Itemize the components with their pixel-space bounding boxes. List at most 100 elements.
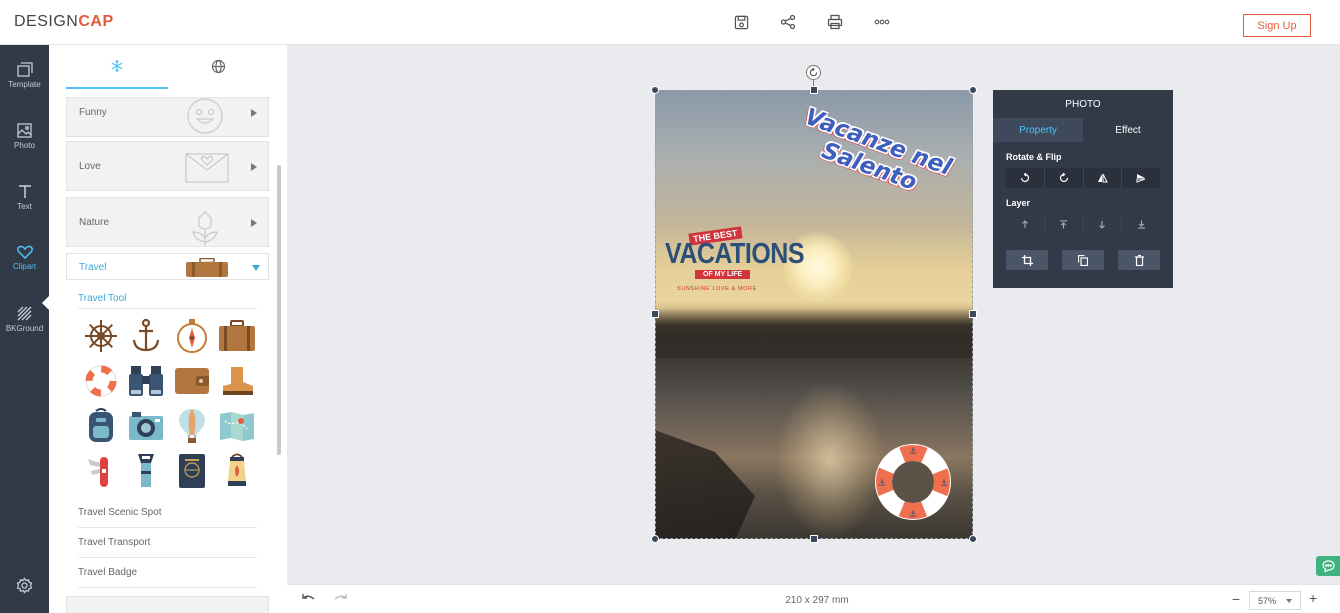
share-icon[interactable]: [777, 11, 799, 33]
category-funny[interactable]: Funny: [66, 97, 269, 137]
resize-handle-ne[interactable]: [969, 86, 977, 94]
anchor-icon[interactable]: [124, 313, 170, 358]
resize-handle-w[interactable]: [651, 310, 659, 318]
rotate-flip-label: Rotate & Flip: [1006, 152, 1062, 162]
signup-button[interactable]: Sign Up: [1243, 14, 1311, 37]
tab-online[interactable]: [168, 45, 270, 89]
layer-forward-button[interactable]: [1006, 214, 1045, 234]
camera-icon[interactable]: [124, 403, 170, 448]
resize-handle-nw[interactable]: [651, 86, 659, 94]
duplicate-button[interactable]: [1062, 250, 1104, 270]
resize-handle-sw[interactable]: [651, 535, 659, 543]
lifebuoy-icon[interactable]: ⚓ ⚓ ⚓ ⚓: [873, 442, 953, 522]
undo-icon[interactable]: [301, 593, 316, 607]
tulip-icon: [192, 211, 218, 246]
nav-item-photo[interactable]: Photo: [0, 111, 49, 161]
chevron-right-icon: [251, 109, 257, 117]
layer-buttons: [1006, 214, 1160, 234]
photo-properties-panel: PHOTO Property Effect Rotate & Flip Laye…: [993, 90, 1173, 288]
town-shoreline: [655, 308, 973, 358]
chevron-down-icon: [252, 265, 260, 271]
tab-clipart[interactable]: [66, 45, 168, 89]
rotate-left-button[interactable]: [1006, 168, 1045, 188]
resize-handle-n[interactable]: [810, 86, 818, 94]
map-icon[interactable]: [215, 403, 261, 448]
sublink-travel-transport[interactable]: Travel Transport: [78, 528, 257, 558]
template-icon: [16, 61, 33, 77]
heart-icon: [16, 245, 33, 259]
gear-icon[interactable]: [16, 577, 33, 597]
zoom-select[interactable]: 57%: [1249, 591, 1301, 610]
tab-effect[interactable]: Effect: [1083, 118, 1173, 142]
nav-item-template[interactable]: Template: [0, 50, 49, 100]
panel-tabs: [66, 45, 269, 89]
save-icon[interactable]: [730, 11, 752, 33]
layer-bottom-button[interactable]: [1122, 214, 1160, 234]
more-icon[interactable]: [871, 11, 893, 33]
print-icon[interactable]: [824, 11, 846, 33]
resize-handle-e[interactable]: [969, 310, 977, 318]
category-nature[interactable]: Nature: [66, 197, 269, 247]
panel-scrollbar[interactable]: [277, 165, 281, 455]
nav-item-text[interactable]: Text: [0, 172, 49, 222]
rotate-icon: [809, 68, 818, 77]
rotate-left-icon: [1020, 173, 1029, 183]
nav-label: BKGround: [5, 323, 44, 333]
sea-reflection: [775, 380, 885, 539]
rotate-flip-buttons: [1006, 168, 1160, 188]
top-bar: DESIGNCAP Sign Up: [0, 0, 1340, 45]
crop-button[interactable]: [1006, 250, 1048, 270]
lifebuoy-icon[interactable]: [78, 358, 124, 403]
clipart-grid: [78, 313, 260, 493]
chat-icon[interactable]: [1316, 556, 1340, 576]
rotate-right-button[interactable]: [1044, 168, 1084, 188]
hot-air-balloon-icon[interactable]: [169, 403, 215, 448]
nav-item-clipart[interactable]: Clipart: [0, 233, 49, 283]
app-logo[interactable]: DESIGNCAP: [14, 13, 114, 31]
bring-to-front-icon: [1060, 219, 1068, 228]
compass-icon[interactable]: [169, 313, 215, 358]
rotate-right-icon: [1059, 173, 1068, 183]
rotate-handle[interactable]: [806, 65, 821, 80]
clipart-panel: Funny Love Nature Travel Travel Tool Tra…: [49, 45, 287, 613]
category-label: Nature: [79, 217, 110, 228]
text-icon: [18, 184, 31, 198]
sublink-travel-scenic-spot[interactable]: Travel Scenic Spot: [78, 498, 257, 528]
flip-vertical-button[interactable]: [1122, 168, 1160, 188]
boot-icon[interactable]: [215, 358, 261, 403]
zoom-out-button[interactable]: −: [1232, 591, 1240, 607]
category-travel[interactable]: Travel: [66, 253, 269, 280]
vacations-badge[interactable]: THE BEST VACATIONS OF MY LIFE SUNSHINE L…: [665, 220, 805, 305]
left-nav: Template Photo Text Clipart BKGround: [0, 45, 50, 613]
lantern-icon[interactable]: [215, 448, 261, 493]
binoculars-icon[interactable]: [124, 358, 170, 403]
tab-property[interactable]: Property: [993, 118, 1083, 142]
resize-handle-s[interactable]: [810, 535, 818, 543]
smiley-icon: [187, 98, 223, 134]
delete-button[interactable]: [1118, 250, 1160, 270]
svg-text:⚓: ⚓: [909, 447, 917, 457]
wallet-icon[interactable]: [169, 358, 215, 403]
passport-icon[interactable]: [169, 448, 215, 493]
swiss-knife-icon[interactable]: [78, 448, 124, 493]
layer-top-button[interactable]: [1045, 214, 1084, 234]
badge-ribbon-text: OF MY LIFE: [695, 270, 751, 279]
category-love[interactable]: Love: [66, 141, 269, 191]
resize-handle-se[interactable]: [969, 535, 977, 543]
chevron-right-icon: [251, 163, 257, 171]
redo-icon[interactable]: [333, 593, 348, 607]
flashlight-icon[interactable]: [124, 448, 170, 493]
sublink-travel-badge[interactable]: Travel Badge: [78, 558, 257, 588]
photo-panel-tabs: Property Effect: [993, 118, 1173, 142]
subcategory-title[interactable]: Travel Tool: [78, 293, 126, 304]
backpack-icon[interactable]: [78, 403, 124, 448]
photo-action-buttons: [1006, 250, 1160, 270]
ship-wheel-icon[interactable]: [78, 313, 124, 358]
design-canvas[interactable]: Vacanze nel Salento THE BEST VACATIONS O…: [655, 90, 973, 539]
layer-backward-button[interactable]: [1084, 214, 1123, 234]
globe-icon: [211, 59, 225, 73]
flip-horizontal-button[interactable]: [1083, 168, 1123, 188]
suitcase-icon[interactable]: [215, 313, 261, 358]
category-next[interactable]: [66, 596, 269, 613]
zoom-in-button[interactable]: +: [1309, 590, 1317, 606]
